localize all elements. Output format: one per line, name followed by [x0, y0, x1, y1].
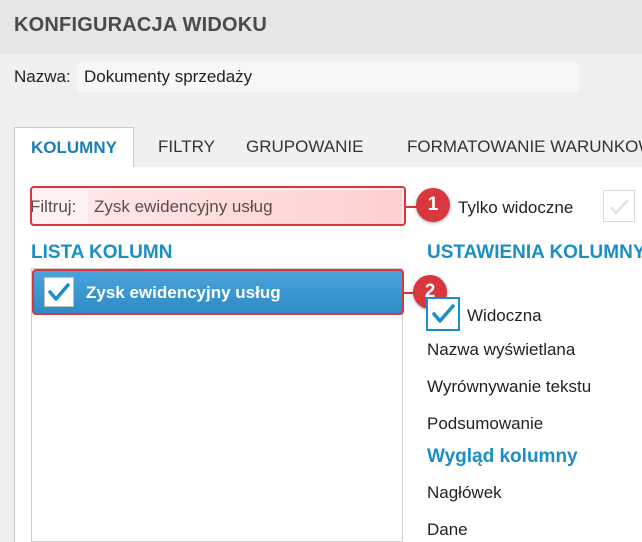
checkmark-icon [48, 283, 70, 301]
list-item-label: Zysk ewidencyjny usług [86, 283, 281, 302]
visible-checkbox[interactable] [426, 297, 460, 331]
header-label: Nagłówek [427, 483, 502, 502]
checkmark-icon [610, 199, 629, 215]
data-label: Dane [427, 520, 468, 539]
filter-label: Filtruj: [30, 197, 77, 216]
tab-conditional-formatting[interactable]: FORMATOWANIE WARUNKOWE [391, 127, 642, 167]
annotation-badge-1: 1 [416, 188, 450, 222]
summary-label: Podsumowanie [427, 414, 544, 433]
tab-bar: KOLUMNY FILTRY GRUPOWANIE FORMATOWANIE W… [14, 127, 642, 168]
list-item[interactable]: Zysk ewidencyjny usług [34, 271, 402, 313]
only-visible-checkbox[interactable] [603, 190, 635, 222]
column-settings-heading: USTAWIENIA KOLUMNY [427, 242, 642, 263]
window-title: KONFIGURACJA WIDOKU [14, 14, 268, 36]
tab-columns[interactable]: KOLUMNY [14, 127, 134, 168]
name-label: Nazwa: [14, 67, 71, 86]
filter-input[interactable] [88, 190, 402, 224]
visible-label: Widoczna [467, 306, 542, 325]
tab-grouping[interactable]: GRUPOWANIE [230, 127, 379, 167]
display-name-label: Nazwa wyświetlana [427, 340, 576, 359]
appearance-heading: Wygląd kolumny [427, 446, 578, 467]
name-input[interactable] [78, 62, 578, 92]
columns-list-heading: LISTA KOLUMN [31, 242, 173, 263]
window-titlebar: KONFIGURACJA WIDOKU [0, 0, 642, 54]
checkmark-icon [432, 304, 455, 323]
text-align-label: Wyrównywanie tekstu [427, 377, 592, 396]
only-visible-label: Tylko widoczne [458, 198, 574, 217]
tab-filters[interactable]: FILTRY [142, 127, 231, 167]
column-visible-checkbox[interactable] [44, 277, 74, 307]
